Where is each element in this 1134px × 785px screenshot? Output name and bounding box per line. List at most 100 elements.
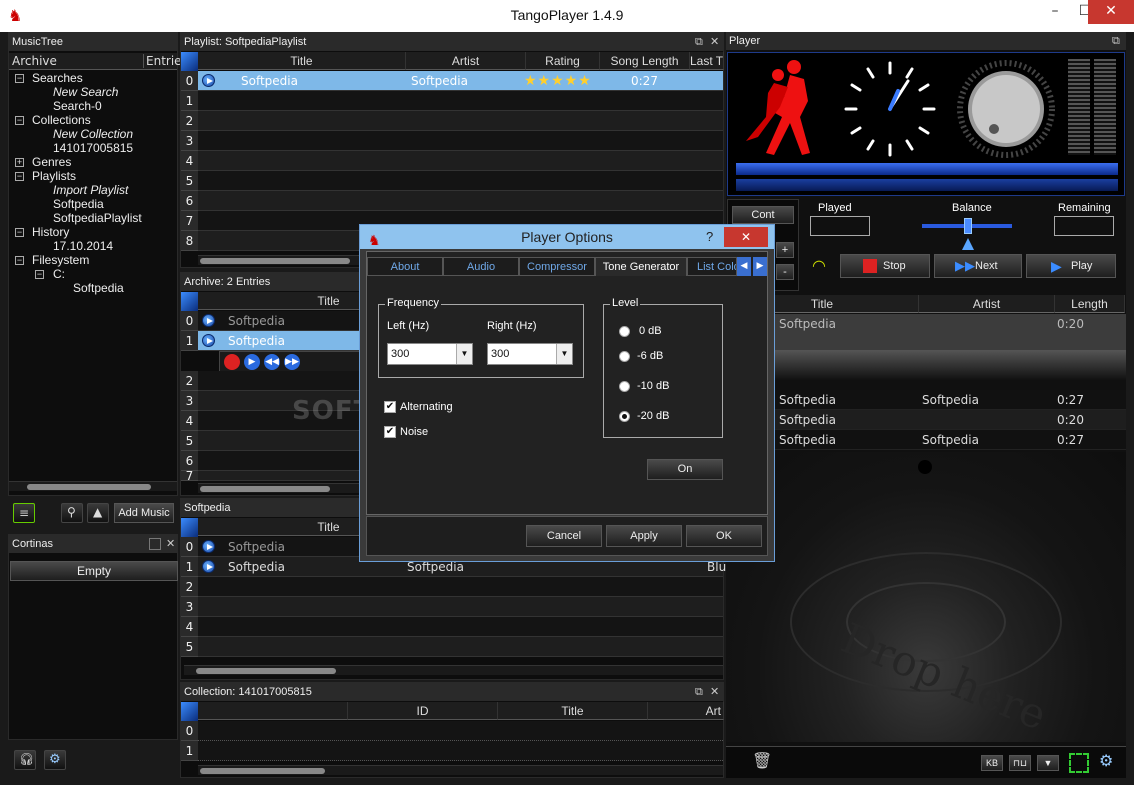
collection-float-button[interactable]: ⧉ xyxy=(695,685,703,699)
tree-node-new-collection[interactable]: New Collection xyxy=(53,127,133,141)
settings-button-left[interactable]: ⚙ xyxy=(44,750,66,770)
archive-row[interactable]: 0 Softpedia xyxy=(181,311,359,331)
playlist-row[interactable]: 4 xyxy=(181,151,723,171)
tab-scroll-right-icon[interactable]: ▶ xyxy=(753,257,767,276)
rewind-icon[interactable]: ◀◀ xyxy=(264,354,280,370)
tree-node-new-search[interactable]: New Search xyxy=(53,85,118,99)
cancel-button[interactable]: Cancel xyxy=(526,525,602,547)
headphones-button[interactable]: 🎧︎ xyxy=(14,750,36,770)
add-music-button[interactable]: Add Music xyxy=(114,503,174,523)
minus-button[interactable]: - xyxy=(776,264,794,280)
collapse-history-icon[interactable]: − xyxy=(15,228,24,237)
level-10db-radio[interactable] xyxy=(619,381,630,392)
stop-icon[interactable] xyxy=(224,354,240,370)
archive-column[interactable]: Archive xyxy=(12,54,57,68)
alternating-checkbox[interactable]: ✔ xyxy=(384,401,396,413)
tab-compressor[interactable]: Compressor xyxy=(519,257,595,276)
tab-about[interactable]: About xyxy=(367,257,443,276)
trash-icon[interactable]: 🗑︎ xyxy=(752,751,772,770)
wifi-icon[interactable]: ◠ xyxy=(812,256,826,275)
queue-row[interactable]: Softpedia 0:20 xyxy=(726,410,1126,430)
collection-close-button[interactable]: ✕ xyxy=(710,685,719,698)
queue-row[interactable]: Softpedia Softpedia 0:27 xyxy=(726,390,1126,410)
drop-area[interactable]: Drop here xyxy=(726,452,1126,742)
playlist-col-title[interactable]: Title xyxy=(198,52,406,70)
tree-node-playlist-softpediaplaylist[interactable]: SoftpediaPlaylist xyxy=(53,211,142,225)
collapse-filesystem-icon[interactable]: − xyxy=(15,256,24,265)
softpedia-list-row[interactable]: 2 xyxy=(181,577,723,597)
archive-row[interactable]: 6 xyxy=(181,451,359,471)
playlist-row[interactable]: 3 xyxy=(181,131,723,151)
expand-genres-icon[interactable]: + xyxy=(15,158,24,167)
tree-node-playlists[interactable]: Playlists xyxy=(32,169,76,183)
apply-button[interactable]: Apply xyxy=(606,525,682,547)
playlist-row[interactable]: 2 xyxy=(181,111,723,131)
playlist-float-button[interactable]: ⧉ xyxy=(695,35,703,49)
dialog-close-button[interactable]: ✕ xyxy=(724,227,768,247)
tree-node-filesystem[interactable]: Filesystem xyxy=(32,253,89,267)
tab-audio[interactable]: Audio xyxy=(443,257,519,276)
progress-bar[interactable] xyxy=(736,163,1118,175)
collapse-c-drive-icon[interactable]: − xyxy=(35,270,44,279)
noise-checkbox[interactable]: ✔ xyxy=(384,426,396,438)
tree-node-fs-softpedia[interactable]: Softpedia xyxy=(73,281,124,295)
playlist-col-last[interactable]: Last T xyxy=(690,52,724,70)
next-button[interactable]: ▶▶ Next xyxy=(934,254,1022,278)
softpedia-list-row[interactable]: 5 xyxy=(181,637,723,657)
cortinas-empty-item[interactable]: Empty xyxy=(10,561,178,581)
cortinas-float-button[interactable] xyxy=(149,538,161,550)
dialog-help-button[interactable]: ? xyxy=(706,225,713,249)
play-icon[interactable] xyxy=(202,74,215,87)
playlist-col-artist[interactable]: Artist xyxy=(406,52,526,70)
collection-col-title[interactable]: Title xyxy=(498,702,648,720)
fast-forward-icon[interactable]: ▶▶ xyxy=(284,354,300,370)
queue-col-length[interactable]: Length xyxy=(1055,295,1125,313)
tree-node-collection-item[interactable]: 141017005815 xyxy=(53,141,133,155)
level-20db-radio[interactable] xyxy=(619,411,630,422)
softpedia-list-row[interactable]: 4 xyxy=(181,617,723,637)
close-window-button[interactable]: ✕ xyxy=(1088,0,1134,24)
play-button[interactable]: ▶ Play xyxy=(1026,254,1116,278)
plus-button[interactable]: + xyxy=(776,242,794,258)
archive-scrollbar[interactable] xyxy=(198,483,360,493)
softpedia-list-scrollbar[interactable] xyxy=(184,665,723,675)
minimize-button[interactable]: – xyxy=(1040,0,1070,24)
left-hz-select[interactable]: 300 ▼ xyxy=(387,343,473,365)
tree-node-history-date[interactable]: 17.10.2014 xyxy=(53,239,113,253)
playlist-row[interactable]: 0 Softpedia Softpedia ★★★★★ 0:27 xyxy=(181,71,723,91)
tab-scroll-left-icon[interactable]: ◀ xyxy=(737,257,751,276)
archive-row[interactable]: 2 xyxy=(181,371,359,391)
tree-node-searches[interactable]: Searches xyxy=(32,71,83,85)
collection-row[interactable]: 1 xyxy=(181,741,723,761)
playlist-col-rating[interactable]: Rating xyxy=(526,52,600,70)
tone-on-button[interactable]: On xyxy=(647,459,723,480)
playlist-cell-rating[interactable]: ★★★★★ xyxy=(524,71,592,91)
level-0db-radio[interactable] xyxy=(619,326,630,337)
tree-node-search0[interactable]: Search-0 xyxy=(53,99,102,113)
softpedia-list-row[interactable]: 3 xyxy=(181,597,723,617)
archive-row[interactable]: 4 xyxy=(181,411,359,431)
play-icon[interactable] xyxy=(202,334,215,347)
archive-row[interactable]: 5 xyxy=(181,431,359,451)
playlist-row[interactable]: 1 xyxy=(181,91,723,111)
database-button[interactable]: ≡ xyxy=(13,503,35,523)
entries-column[interactable]: Entrie xyxy=(143,54,182,68)
eject-button[interactable]: ▲ xyxy=(87,503,109,523)
kb-button[interactable]: KB xyxy=(981,755,1003,771)
current-track-row[interactable]: Softpedia 0:20 xyxy=(726,314,1126,350)
stop-button[interactable]: Stop xyxy=(840,254,930,278)
archive-row[interactable]: 3 xyxy=(181,391,359,411)
playlist-row[interactable]: 6 xyxy=(181,191,723,211)
tree-node-c-drive[interactable]: C: xyxy=(53,267,65,281)
playlist-close-button[interactable]: ✕ xyxy=(710,35,719,48)
waveform-button[interactable]: ⊓⊔ xyxy=(1009,755,1031,771)
tree-node-history[interactable]: History xyxy=(32,225,69,239)
play-icon[interactable] xyxy=(202,314,215,327)
cont-button[interactable]: Cont xyxy=(732,206,794,224)
balance-slider-handle[interactable] xyxy=(964,218,972,234)
queue-row[interactable]: Softpedia Softpedia 0:27 xyxy=(726,430,1126,450)
dropdown-button[interactable]: ▼ xyxy=(1037,755,1059,771)
collection-scrollbar[interactable] xyxy=(198,765,723,775)
volume-knob-icon[interactable] xyxy=(954,57,1064,161)
queue-col-artist[interactable]: Artist xyxy=(919,295,1055,313)
